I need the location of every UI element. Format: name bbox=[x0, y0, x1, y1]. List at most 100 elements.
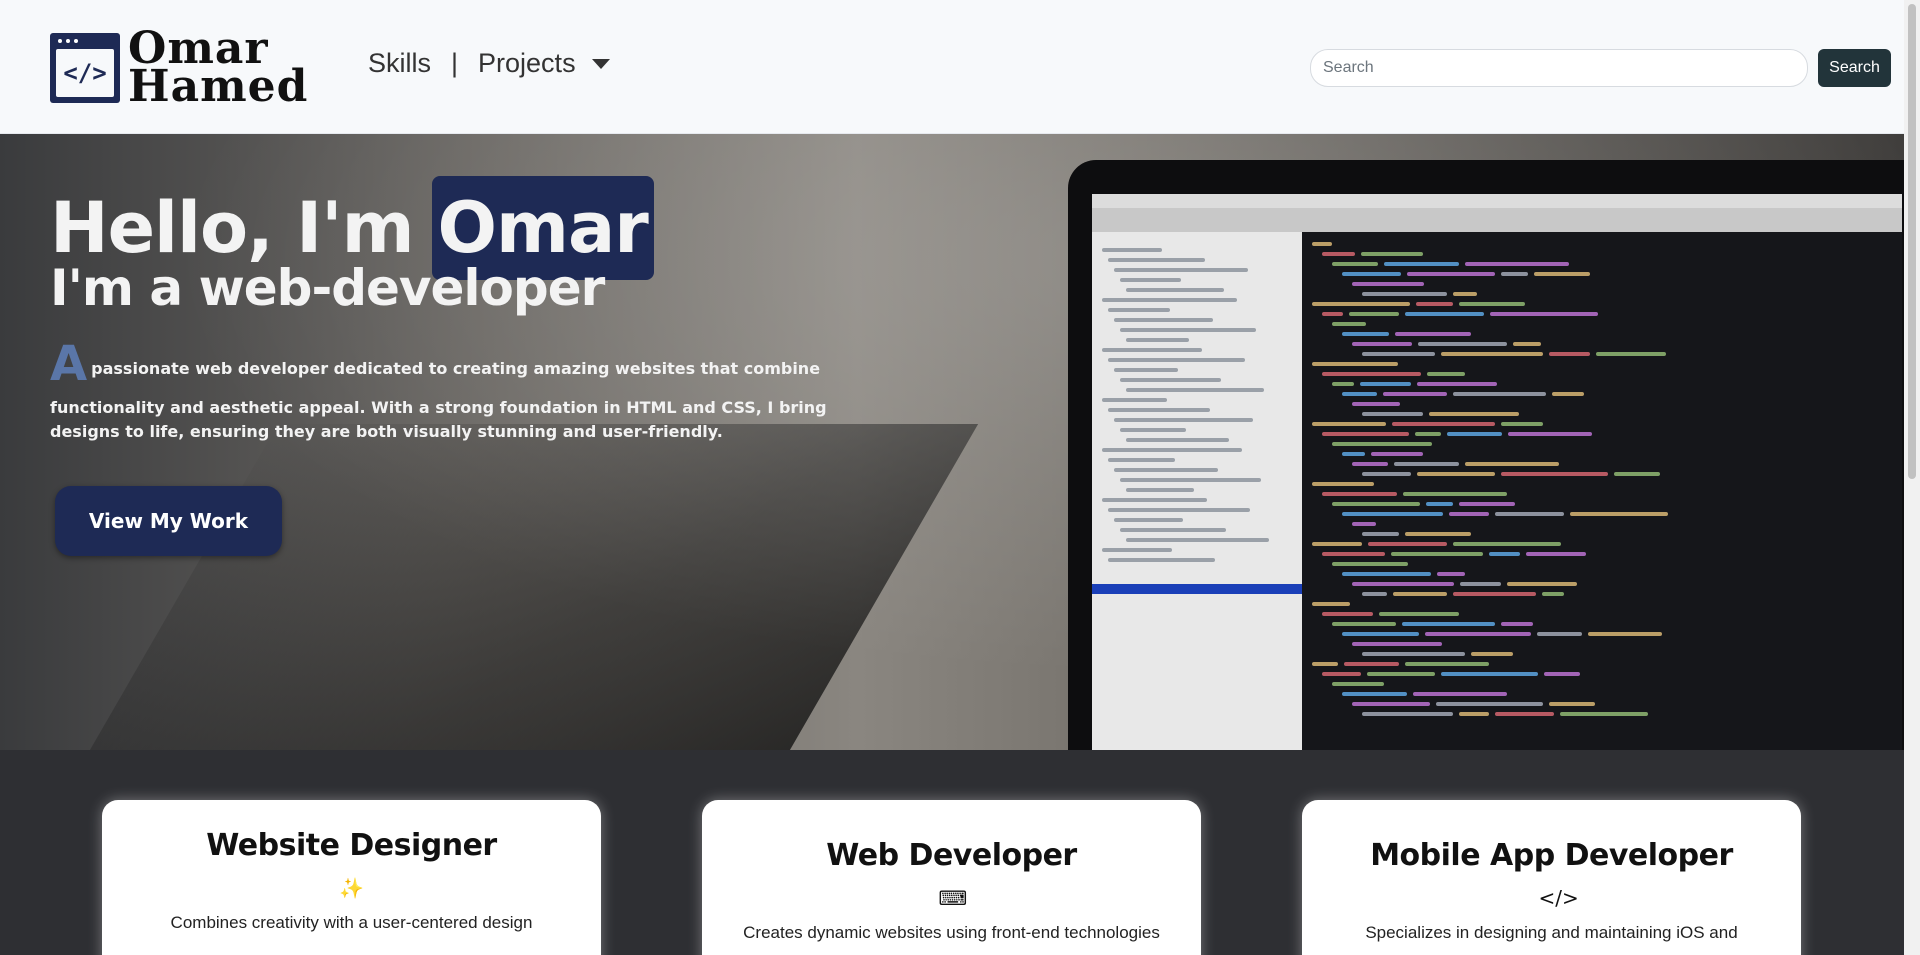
card-title: Website Designer bbox=[206, 828, 497, 863]
nav-separator: | bbox=[451, 48, 459, 78]
nav-skills[interactable]: Skills bbox=[368, 48, 431, 79]
scrollbar-thumb[interactable] bbox=[1908, 4, 1916, 479]
editor-code-line bbox=[1459, 302, 1525, 306]
editor-tree-line bbox=[1114, 368, 1178, 372]
editor-code-line bbox=[1352, 342, 1412, 346]
editor-tree-line bbox=[1120, 278, 1181, 282]
editor-code-line bbox=[1362, 592, 1387, 596]
editor-code-line bbox=[1379, 612, 1459, 616]
editor-code-line bbox=[1391, 552, 1483, 556]
editor-tree-line bbox=[1108, 508, 1250, 512]
editor-code-line bbox=[1465, 462, 1559, 466]
editor-code-line bbox=[1570, 512, 1668, 516]
editor-code-line bbox=[1352, 402, 1400, 406]
editor-tree-line bbox=[1108, 408, 1210, 412]
editor-code-line bbox=[1425, 632, 1531, 636]
editor-code-line bbox=[1416, 302, 1453, 306]
editor-code-line bbox=[1429, 412, 1519, 416]
editor-tree-line bbox=[1114, 318, 1213, 322]
editor-code-line bbox=[1549, 352, 1590, 356]
editor-code-line bbox=[1371, 452, 1423, 456]
search-button[interactable]: Search bbox=[1818, 49, 1891, 87]
editor-code-line bbox=[1342, 512, 1443, 516]
editor-code-line bbox=[1508, 432, 1592, 436]
editor-code-line bbox=[1402, 622, 1495, 626]
brand-logo[interactable]: </> Omar Hamed bbox=[50, 23, 309, 112]
editor-code-line bbox=[1501, 422, 1543, 426]
editor-code-line bbox=[1495, 512, 1564, 516]
editor-code-line bbox=[1418, 342, 1507, 346]
editor-code-line bbox=[1501, 472, 1608, 476]
brand-name: Omar Hamed bbox=[128, 23, 309, 112]
dropcap: A bbox=[50, 336, 88, 392]
editor-code-line bbox=[1596, 352, 1666, 356]
card-text: Creates dynamic websites using front-end… bbox=[743, 923, 1160, 942]
editor-code-line bbox=[1383, 392, 1447, 396]
editor-tree-line bbox=[1108, 258, 1205, 262]
editor-code-line bbox=[1413, 692, 1507, 696]
editor-tree-line bbox=[1102, 348, 1202, 352]
editor-code-line bbox=[1560, 712, 1648, 716]
editor-code-line bbox=[1384, 262, 1459, 266]
editor-tree-line bbox=[1114, 418, 1253, 422]
editor-code-line bbox=[1460, 582, 1501, 586]
card-text: Specializes in designing and maintaining… bbox=[1365, 923, 1738, 942]
editor-code-line bbox=[1447, 432, 1502, 436]
editor-code-line bbox=[1441, 352, 1543, 356]
editor-code-line bbox=[1588, 632, 1662, 636]
editor-code-line bbox=[1342, 632, 1419, 636]
editor-code-line bbox=[1342, 272, 1401, 276]
editor-tree-line bbox=[1120, 478, 1261, 482]
editor-code-line bbox=[1362, 652, 1465, 656]
editor-tree-line bbox=[1102, 548, 1172, 552]
editor-code-line bbox=[1392, 422, 1495, 426]
editor-code-line bbox=[1405, 532, 1471, 536]
editor-code-line bbox=[1342, 692, 1407, 696]
editor-code-line bbox=[1453, 392, 1546, 396]
editor-code-line bbox=[1332, 442, 1432, 446]
code-window-icon: </> bbox=[50, 33, 120, 103]
editor-code-line bbox=[1393, 592, 1447, 596]
editor-tree-line bbox=[1102, 248, 1162, 252]
editor-code-line bbox=[1332, 562, 1408, 566]
editor-code-line bbox=[1312, 302, 1410, 306]
editor-code-line bbox=[1437, 572, 1465, 576]
editor-tree-line bbox=[1102, 398, 1167, 402]
view-my-work-button[interactable]: View My Work bbox=[55, 486, 282, 556]
editor-code-line bbox=[1395, 332, 1471, 336]
editor-code-line bbox=[1459, 502, 1515, 506]
vertical-scrollbar[interactable] bbox=[1904, 0, 1920, 955]
editor-tree-line bbox=[1102, 298, 1237, 302]
editor-code-line bbox=[1322, 312, 1343, 316]
editor-tree-line bbox=[1120, 328, 1256, 332]
editor-code-line bbox=[1352, 702, 1430, 706]
editor-code-line bbox=[1332, 622, 1396, 626]
editor-code-line bbox=[1352, 282, 1424, 286]
editor-code-line bbox=[1361, 252, 1423, 256]
editor-code-line bbox=[1332, 322, 1366, 326]
editor-code-line bbox=[1534, 272, 1590, 276]
nav-projects[interactable]: Projects bbox=[478, 48, 576, 79]
editor-code-line bbox=[1507, 582, 1577, 586]
editor-code-line bbox=[1352, 582, 1454, 586]
editor-code-line bbox=[1352, 642, 1442, 646]
editor-tree-line bbox=[1120, 528, 1226, 532]
editor-code-line bbox=[1342, 452, 1365, 456]
editor-code-line bbox=[1544, 672, 1580, 676]
editor-code-line bbox=[1322, 672, 1361, 676]
editor-code-line bbox=[1403, 492, 1507, 496]
editor-code-line bbox=[1342, 572, 1431, 576]
editor-code-line bbox=[1362, 532, 1399, 536]
editor-tree-line bbox=[1108, 308, 1170, 312]
editor-code-line bbox=[1362, 352, 1435, 356]
search-input[interactable] bbox=[1310, 49, 1808, 87]
editor-code-line bbox=[1465, 262, 1569, 266]
editor-code-line bbox=[1322, 252, 1355, 256]
editor-tree-line bbox=[1114, 468, 1218, 472]
editor-code-line bbox=[1453, 292, 1477, 296]
editor-code-line bbox=[1471, 652, 1513, 656]
editor-code-line bbox=[1501, 272, 1528, 276]
chevron-down-icon[interactable] bbox=[591, 58, 610, 69]
editor-code-line bbox=[1394, 462, 1459, 466]
editor-tree-line bbox=[1126, 338, 1189, 342]
